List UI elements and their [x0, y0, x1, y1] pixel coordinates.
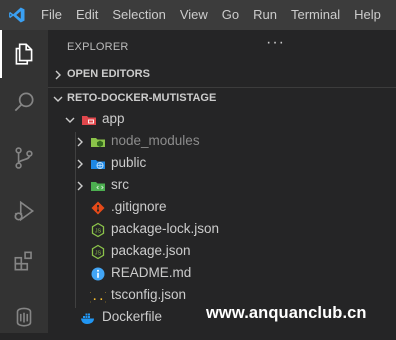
tree-label: .gitignore	[111, 199, 167, 214]
nodejs-icon: JS	[91, 222, 105, 238]
svg-text:{..}: {..}	[90, 292, 106, 304]
tree-row-readme[interactable]: README.md	[48, 263, 396, 285]
search-icon[interactable]	[0, 78, 48, 126]
menu-go[interactable]: Go	[215, 0, 246, 30]
tree-label: package.json	[111, 243, 191, 258]
tree-row-package-lock[interactable]: JS package-lock.json	[48, 219, 396, 241]
menu-selection[interactable]: Selection	[105, 0, 172, 30]
chevron-right-icon	[77, 159, 83, 169]
tree-row-src[interactable]: src	[48, 175, 396, 197]
explorer-sidebar: EXPLORER ··· OPEN EDITORS RETO-DOCKER-MU…	[48, 30, 396, 333]
run-debug-icon[interactable]	[0, 187, 48, 235]
info-icon	[91, 267, 105, 281]
project-label: RETO-DOCKER-MUTISTAGE	[67, 92, 217, 104]
menu-view[interactable]: View	[173, 0, 215, 30]
menu-help[interactable]: Help	[347, 0, 388, 30]
vscode-logo-icon	[0, 0, 34, 30]
activity-bar	[0, 30, 48, 333]
tree-label: app	[102, 111, 125, 126]
nodejs-icon: JS	[91, 244, 105, 260]
sidebar-header: EXPLORER ···	[48, 30, 396, 65]
tree-label: public	[111, 155, 147, 170]
tree-label: tsconfig.json	[111, 287, 187, 302]
chevron-right-icon	[77, 137, 83, 147]
source-control-icon[interactable]	[0, 134, 48, 182]
tree-label: Dockerfile	[102, 309, 163, 324]
folder-public-icon	[91, 160, 105, 169]
docker-icon	[81, 313, 94, 324]
git-icon	[91, 201, 105, 215]
tree-label: README.md	[111, 265, 192, 280]
chevron-down-icon	[53, 96, 63, 102]
tree-row-package[interactable]: JS package.json	[48, 241, 396, 263]
files-icon[interactable]	[0, 30, 48, 78]
chevron-right-icon	[77, 181, 83, 191]
tree-row-gitignore[interactable]: .gitignore	[48, 197, 396, 219]
open-editors-section[interactable]: OPEN EDITORS	[48, 64, 396, 86]
sidebar-title: EXPLORER	[67, 41, 129, 53]
chevron-down-icon	[65, 117, 75, 123]
active-indicator	[0, 30, 2, 78]
menu-file[interactable]: File	[34, 0, 69, 30]
menu-run[interactable]: Run	[246, 0, 284, 30]
tree-row-node-modules[interactable]: node_modules	[48, 131, 396, 153]
chevron-right-icon	[55, 70, 61, 80]
menu-edit[interactable]: Edit	[69, 0, 105, 30]
tree-label: src	[111, 177, 129, 192]
watermark-text: www.anquanclub.cn	[206, 304, 367, 322]
tree-row-app[interactable]: app	[48, 109, 396, 131]
folder-app-icon	[82, 116, 96, 125]
more-actions-icon[interactable]: ···	[266, 34, 285, 52]
menu-terminal[interactable]: Terminal	[284, 0, 347, 30]
svg-text:JS: JS	[95, 250, 102, 256]
title-bar: File Edit Selection View Go Run Terminal…	[0, 0, 396, 30]
svg-text:JS: JS	[95, 228, 102, 234]
json-braces-icon: {..}	[90, 292, 106, 304]
extensions-icon[interactable]	[0, 237, 48, 285]
folder-node-icon	[91, 138, 105, 147]
tree-label: node_modules	[111, 133, 200, 148]
folder-src-icon	[91, 182, 105, 191]
open-editors-label: OPEN EDITORS	[67, 68, 150, 80]
project-section[interactable]: RETO-DOCKER-MUTISTAGE	[48, 88, 396, 110]
tree-label: package-lock.json	[111, 221, 220, 236]
tree-row-public[interactable]: public	[48, 153, 396, 175]
